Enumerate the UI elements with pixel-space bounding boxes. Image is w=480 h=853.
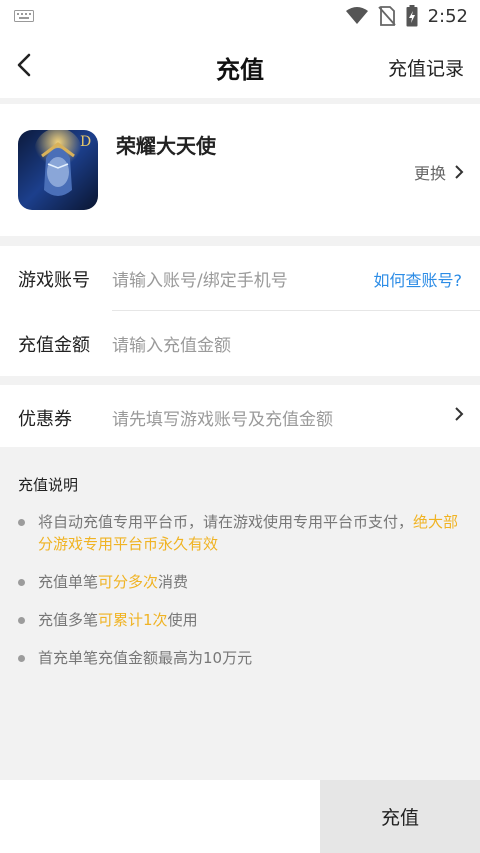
no-sim-icon <box>377 6 396 26</box>
recharge-button[interactable]: 充值 <box>320 780 480 853</box>
note-highlight: 可累计1次 <box>98 611 168 629</box>
game-icon: D <box>18 130 98 210</box>
note-text: 使用 <box>167 611 198 629</box>
coupon-placeholder: 请先填写游戏账号及充值金额 <box>112 410 333 430</box>
coupon-label: 优惠券 <box>18 409 72 430</box>
change-label: 更换 <box>413 164 446 183</box>
battery-charging-icon <box>406 5 418 27</box>
bullet-dot <box>18 519 25 526</box>
wifi-icon <box>345 7 368 24</box>
note-item: 充值多笔可累计1次使用 <box>18 609 462 631</box>
chevron-right-icon <box>455 165 464 179</box>
recharge-records-link[interactable]: 充值记录 <box>388 54 464 81</box>
account-row: 游戏账号 请输入账号/绑定手机号 如何查账号? <box>0 246 480 311</box>
notes-title: 充值说明 <box>18 476 79 494</box>
status-bar: 2:52 <box>0 0 480 32</box>
amount-row: 充值金额 请输入充值金额 <box>0 311 480 376</box>
bullet-dot <box>18 617 25 624</box>
app-header: 充值 充值记录 <box>0 32 480 98</box>
note-item: 充值单笔可分多次消费 <box>18 571 462 593</box>
bullet-dot <box>18 579 25 586</box>
keyboard-icon <box>14 10 34 22</box>
note-text: 充值多笔 <box>38 611 99 629</box>
account-label: 游戏账号 <box>18 270 90 291</box>
note-highlight: 可分多次 <box>98 573 159 591</box>
bottom-bar: 充值 <box>0 780 480 853</box>
note-text: 首充单笔充值金额最高为10万元 <box>38 649 253 667</box>
amount-input[interactable]: 请输入充值金额 <box>112 331 231 356</box>
svg-text:D: D <box>80 134 91 150</box>
note-item: 将自动充值专用平台币，请在游戏使用专用平台币支付，绝大部分游戏专用平台币永久有效 <box>18 511 462 555</box>
game-name: 荣耀大天使 <box>116 134 216 158</box>
how-to-find-account-link[interactable]: 如何查账号? <box>374 267 463 291</box>
change-game-button[interactable]: 更换 <box>414 160 464 184</box>
recharge-notes: 充值说明 将自动充值专用平台币，请在游戏使用专用平台币支付，绝大部分游戏专用平台… <box>0 450 480 780</box>
game-card: D 荣耀大天使 更换 <box>0 104 480 236</box>
clock: 2:52 <box>427 5 468 27</box>
account-input[interactable]: 请输入账号/绑定手机号 <box>112 266 288 291</box>
note-text: 充值单笔 <box>38 573 99 591</box>
note-item: 首充单笔充值金额最高为10万元 <box>18 647 462 669</box>
recharge-form: 游戏账号 请输入账号/绑定手机号 如何查账号? 充值金额 请输入充值金额 <box>0 246 480 376</box>
note-text: 消费 <box>158 573 189 591</box>
note-text: 将自动充值专用平台币，请在游戏使用专用平台币支付， <box>38 513 414 531</box>
chevron-right-icon <box>455 407 464 421</box>
bullet-dot <box>18 655 25 662</box>
coupon-row[interactable]: 优惠券 请先填写游戏账号及充值金额 <box>0 385 480 447</box>
amount-label: 充值金额 <box>18 335 90 356</box>
